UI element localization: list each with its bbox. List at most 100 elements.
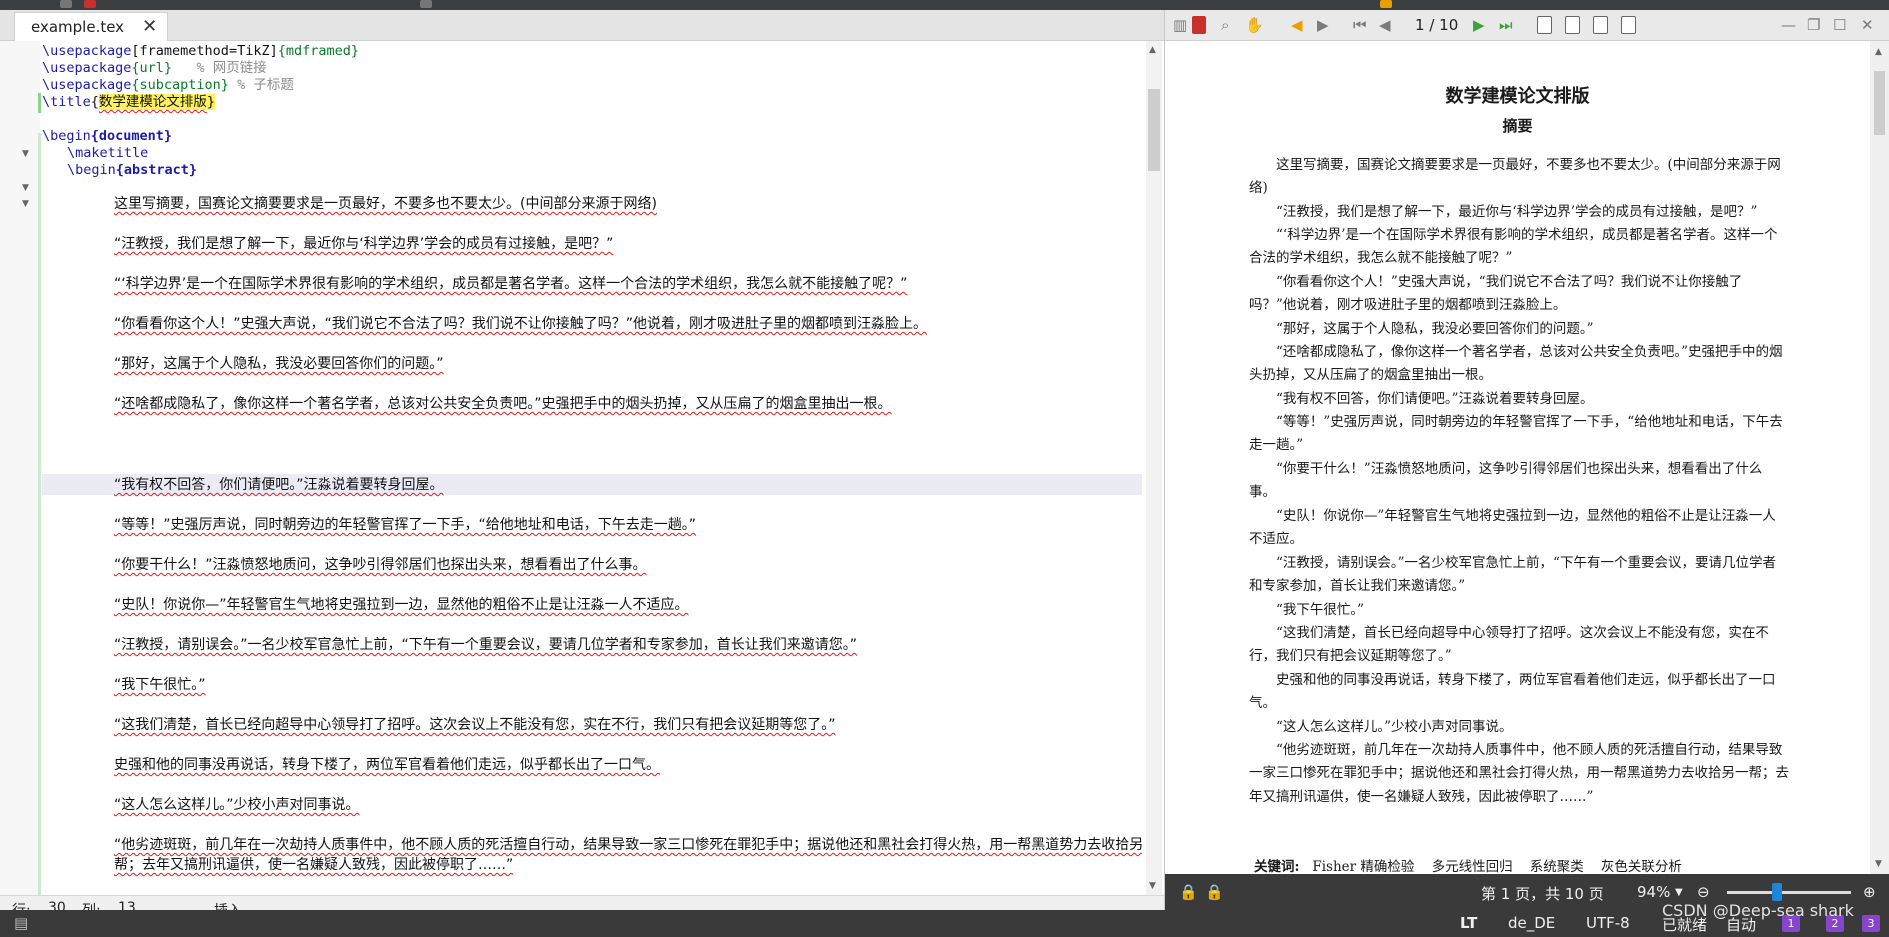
toolbar-remnant-icon — [1380, 0, 1392, 8]
pdf-paragraph: “等等！”史强厉声说，同时朝旁边的年轻警官挥了一下手，“给他地址和电话，下午去走… — [1249, 414, 1783, 454]
search-icon[interactable]: ⌕ — [1221, 16, 1229, 34]
paragraph-line: “那好，这属于个人隐私，我没必要回答你们的问题。” — [114, 356, 444, 372]
pdf-paragraph: “‘科学边界’是一个在国际学术界很有影响的学术组织，成员都是著名学者。这样一个合… — [1249, 227, 1778, 267]
pdf-paragraph: “这人怎么这样儿。”少校小声对同事说。 — [1276, 719, 1513, 735]
viewer-scrollbar[interactable]: ▲ ▼ — [1870, 41, 1889, 874]
fold-arrow-icon[interactable]: ▼ — [22, 183, 29, 193]
page-view-icon[interactable] — [1565, 16, 1580, 34]
editor-tab[interactable]: example.tex ✕ — [14, 12, 169, 41]
keyword: 系统聚类 — [1529, 859, 1584, 874]
scrollbar-thumb[interactable] — [1148, 89, 1160, 171]
latex-command: \title — [42, 94, 91, 110]
close-icon[interactable]: ✕ — [142, 18, 157, 36]
pdf-paragraph: “他劣迹斑斑，前几年在一次劫持人质事件中，他不顾人质的死活擅自行动，结果导致一家… — [1249, 742, 1789, 805]
keyword: 多元线性回归 — [1431, 859, 1513, 874]
paragraph-line: “这人怎么这样儿。”少校小声对同事说。 — [114, 797, 360, 813]
zoom-out-icon[interactable]: ⊖ — [1697, 883, 1710, 901]
paragraph-line: “汪教授，我们是想了解一下，最近你与‘科学边界’学会的成员有过接触，是吧？” — [114, 236, 614, 252]
change-marker — [38, 93, 41, 113]
pdf-paragraph: “还啥都成隐私了，像你这样一个著名学者，总该对公共安全负责吧。”史强把手中的烟头… — [1249, 344, 1783, 384]
last-page-icon[interactable]: ⏭ — [1499, 16, 1513, 34]
first-page-icon[interactable]: ⏮ — [1353, 16, 1367, 34]
paragraph-line: 史强和他的同事没再说话，转身下楼了，两位军官看着他们走远，似乎都长出了一口气。 — [114, 757, 660, 773]
scroll-up-icon[interactable]: ▲ — [1149, 45, 1156, 55]
pdf-viewer-pane: ▥ ⌕ ✋ ◀ ▶ ⏮ ◀ 1 / 10 ▶ ⏭ — ❐ ☐ ✕ 数学建模论文排… — [1165, 10, 1889, 910]
paragraph-line: “你要干什么！”汪淼愤怒地质问，这争吵引得邻居们也探出头来，想看看出了什么事。 — [114, 557, 647, 573]
page-view-icon[interactable] — [1621, 16, 1636, 34]
paragraph-line: 这里写摘要，国赛论文摘要要求是一页最好，不要多也不要太少。(中间部分来源于网络) — [114, 196, 657, 212]
toolbar-remnant-icon — [84, 0, 96, 8]
chevron-down-icon[interactable]: ▼ — [1675, 887, 1683, 898]
pdf-paragraph: “汪教授，我们是想了解一下，最近你与‘科学边界’学会的成员有过接触，是吧？” — [1276, 204, 1758, 220]
latex-argument: {url} — [131, 60, 173, 76]
keyword: Fisher 精确检验 — [1312, 859, 1415, 874]
latex-command: \usepackage — [42, 60, 132, 76]
paragraph-line: “我下午很忙。” — [114, 677, 206, 693]
minimize-icon[interactable]: — — [1781, 16, 1796, 34]
pdf-paragraph: 史强和他的同事没再说话，转身下楼了，两位军官看着他们走远，似乎都长出了一口气。 — [1249, 672, 1776, 712]
close-icon[interactable]: ✕ — [1861, 16, 1874, 34]
zoom-level[interactable]: 94% — [1637, 883, 1670, 901]
latex-argument: 数学建模论文排版 — [98, 94, 207, 110]
next-page-icon[interactable]: ▶ — [1473, 16, 1485, 34]
latex-option: [framemethod=TikZ] — [131, 43, 278, 59]
encoding-selector[interactable]: UTF-8 — [1586, 914, 1630, 932]
lock-icon[interactable]: 🔒 — [1205, 883, 1224, 901]
maximize-icon[interactable]: ☐ — [1833, 16, 1846, 34]
latex-command: \usepackage — [42, 77, 132, 93]
paragraph-line: “‘科学边界’是一个在国际学术界很有影响的学术组织，成员都是著名学者。这样一个合… — [114, 276, 908, 292]
pdf-paragraph: “你看看你这个人！”史强大声说，“我们说它不合法了吗？我们说不让你接触了吗？”他… — [1249, 274, 1743, 314]
badge-icon[interactable]: 3 — [1862, 915, 1880, 932]
zoom-slider[interactable] — [1727, 891, 1851, 894]
paragraph-line: “我有权不回答，你们请便吧。”汪淼说着要转身回屋。 — [114, 477, 444, 493]
page-view-icon[interactable] — [1537, 16, 1552, 34]
toolbar-remnant-icon — [60, 0, 72, 8]
scroll-down-icon[interactable]: ▼ — [1875, 859, 1882, 869]
sync-icon[interactable]: ▥ — [1173, 16, 1187, 34]
code-line: \begin{abstract} — [67, 160, 197, 180]
zoom-in-icon[interactable]: ⊕ — [1863, 883, 1876, 901]
arrow-left-icon[interactable]: ◀ — [1291, 16, 1303, 34]
page-info: 第 1 页，共 10 页 — [1481, 885, 1604, 903]
language-selector[interactable]: de_DE — [1508, 914, 1555, 932]
abstract-heading: 摘要 — [1502, 117, 1533, 135]
prev-page-icon[interactable]: ◀ — [1379, 16, 1391, 34]
paragraph-line: “史队！你说你—”年轻警官生气地将史强拉到一边，显然他的粗俗不止是让汪淼一人不适… — [114, 597, 689, 613]
arrow-right-icon[interactable]: ▶ — [1317, 16, 1329, 34]
fold-arrow-icon[interactable]: ▼ — [22, 149, 29, 159]
page-view-icon[interactable] — [1593, 16, 1608, 34]
pdf-paragraph: “我下午很忙。” — [1276, 602, 1365, 618]
page-counter[interactable]: 1 / 10 — [1415, 16, 1458, 34]
panel-toggle-icon[interactable]: ▤ — [14, 914, 28, 932]
pdf-paragraph: “那好，这属于个人隐私，我没必要回答你们的问题。” — [1276, 321, 1594, 337]
restore-icon[interactable]: ❐ — [1807, 16, 1820, 34]
languagetool-indicator[interactable]: LT — [1460, 914, 1477, 932]
hand-icon[interactable]: ✋ — [1245, 16, 1264, 34]
code-area[interactable]: \usepackage[framemethod=TikZ]{mdframed} … — [42, 41, 1142, 895]
toolbar-remnant-icon — [420, 0, 432, 8]
scroll-down-icon[interactable]: ▼ — [1149, 881, 1156, 891]
latex-argument: {mdframed} — [277, 43, 359, 59]
keywords-label: 关键词: — [1254, 859, 1300, 874]
viewer-toolbar: ▥ ⌕ ✋ ◀ ▶ ⏮ ◀ 1 / 10 ▶ ⏭ — ❐ ☐ ✕ — [1165, 10, 1889, 41]
lock-icon[interactable]: 🔒 — [1179, 883, 1198, 901]
pdf-paragraph: “汪教授，请别误会。”一名少校军官急忙上前，“下午有一个重要会议，要请几位学者和… — [1249, 555, 1776, 595]
pdf-paragraph: “这我们清楚，首长已经向超导中心领导打了招呼。这次会议上不能没有您，实在不行，我… — [1249, 625, 1769, 665]
zoom-slider-thumb[interactable] — [1772, 883, 1782, 901]
keywords-line: 关键词: Fisher 精确检验 多元线性回归 系统聚类 灰色关联分析 — [1254, 855, 1682, 874]
latex-brace: } — [206, 94, 216, 110]
keyword: 灰色关联分析 — [1600, 859, 1682, 874]
scrollbar-thumb[interactable] — [1874, 71, 1885, 135]
paragraph-line: “他劣迹斑斑，前几年在一次劫持人质事件中，他不顾人质的死活擅自行动，结果导致一家… — [114, 837, 1142, 873]
scroll-up-icon[interactable]: ▲ — [1875, 47, 1882, 57]
latex-command: \begin — [67, 162, 116, 178]
watermark: CSDN @Deep-sea shark — [1662, 901, 1854, 920]
paragraph-line: “这我们清楚，首长已经向超导中心领导打了招呼。这次会议上不能没有您，实在不行，我… — [114, 717, 836, 733]
window-top-strip — [0, 0, 1889, 10]
pdf-icon[interactable] — [1192, 16, 1206, 34]
editor-gutter: ▼ ▼ ▼ — [0, 41, 41, 925]
latex-command: \usepackage — [42, 43, 132, 59]
editor-scrollbar[interactable]: ▲ ▼ — [1146, 41, 1162, 895]
latex-command: \begin — [42, 128, 91, 144]
fold-arrow-icon[interactable]: ▼ — [22, 199, 29, 209]
